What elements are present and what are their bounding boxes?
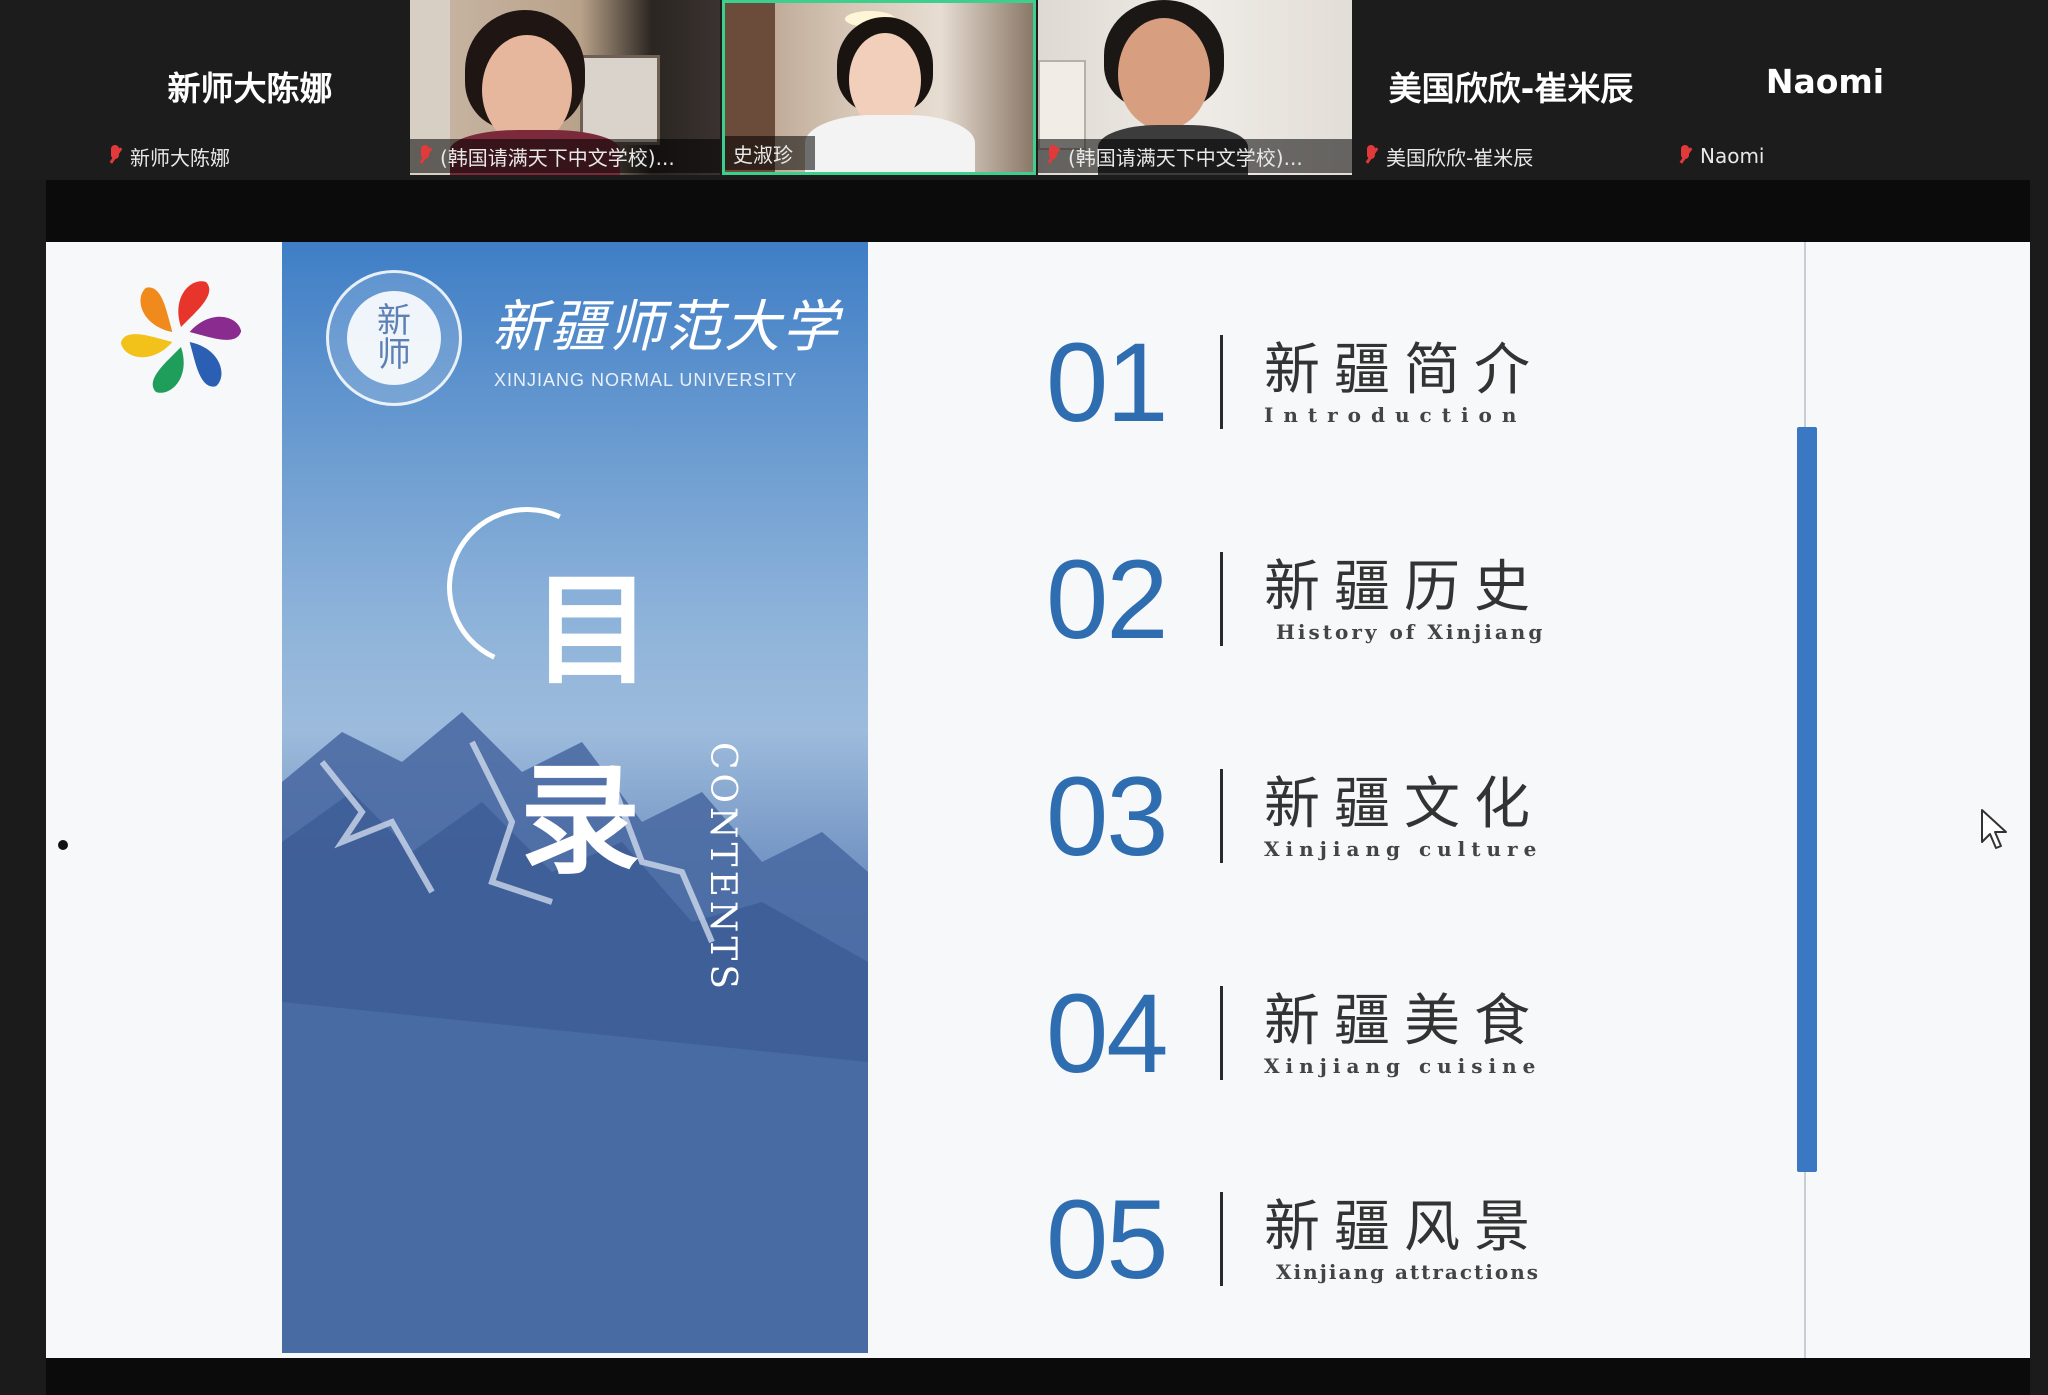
participant-label: (韩国请满天下中文学校)...	[1038, 139, 1352, 173]
participant-label: (韩国请满天下中文学校)...	[410, 139, 720, 173]
participant-tile-3-active[interactable]: 史淑珍	[722, 0, 1036, 175]
participant-name-large: 美国欣欣-崔米辰	[1388, 69, 1634, 108]
toc-item-04: 04 新疆美食 Xinjiang cuisine	[1046, 978, 1606, 1098]
toc-number: 05	[1046, 1177, 1169, 1302]
mic-muted-icon	[1364, 144, 1378, 168]
seal-text: 新 师	[347, 291, 441, 385]
toc-separator	[1220, 1192, 1223, 1286]
participant-name-large: 新师大陈娜	[167, 69, 333, 108]
shared-slide: 新 师 新疆师范大学 XINJIANG NORMAL UNIVERSITY 目 …	[46, 242, 2030, 1358]
toc-title-cn: 新疆历史	[1264, 555, 1544, 620]
participant-label: Naomi	[1670, 139, 1775, 173]
mic-muted-icon	[418, 144, 432, 168]
participant-label: 史淑珍	[725, 136, 815, 170]
toc-separator	[1220, 769, 1223, 863]
toc-item-02: 02 新疆历史 History of Xinjiang	[1046, 544, 1606, 664]
toc-title-en: Xinjiang culture	[1264, 837, 1543, 861]
participant-tile-2[interactable]: (韩国请满天下中文学校)...	[410, 0, 720, 175]
toc-item-05: 05 新疆风景 Xinjiang attractions	[1046, 1184, 1606, 1304]
toc-title-cn: 新疆美食	[1264, 989, 1544, 1054]
university-seal: 新 师	[326, 270, 462, 406]
participant-label-text: 美国欣欣-崔米辰	[1386, 145, 1534, 170]
toc-number: 02	[1046, 537, 1169, 662]
title-char-2: 录	[520, 752, 640, 891]
participant-label: 美国欣欣-崔米辰	[1356, 139, 1543, 173]
participant-tile-5[interactable]: 美国欣欣-崔米辰 美国欣欣-崔米辰	[1356, 0, 1666, 175]
toc-title-cn: 新疆文化	[1264, 772, 1544, 837]
toc-separator	[1220, 552, 1223, 646]
mic-muted-icon	[108, 144, 122, 168]
participant-name-large: Naomi	[1765, 62, 1885, 101]
toc-item-01: 01 新疆简介 Introduction	[1046, 327, 1606, 447]
toc-title-en: Introduction	[1264, 403, 1527, 427]
participant-label-text: (韩国请满天下中文学校)...	[1068, 145, 1303, 170]
slide-bottom-band	[46, 1358, 2030, 1395]
participant-tile-1[interactable]: 新师大陈娜 新师大陈娜	[90, 0, 410, 175]
participant-label-text: Naomi	[1700, 144, 1765, 168]
toc-separator	[1220, 335, 1223, 429]
mic-muted-icon	[1046, 144, 1060, 168]
title-char-1: 目	[532, 562, 652, 701]
toc-item-03: 03 新疆文化 Xinjiang culture	[1046, 761, 1606, 881]
toc-title-cn: 新疆简介	[1264, 338, 1544, 403]
mic-muted-icon	[1678, 144, 1692, 168]
title-en-vertical: CONTENTS	[702, 742, 743, 994]
bullet-dot	[58, 840, 68, 850]
toc-title-cn: 新疆风景	[1264, 1195, 1544, 1260]
mouse-pointer-icon	[1981, 809, 2007, 849]
toc-number: 03	[1046, 754, 1169, 879]
toc-number: 04	[1046, 971, 1169, 1096]
participant-label-text: 史淑珍	[733, 142, 793, 167]
toc-title-en: History of Xinjiang	[1276, 620, 1546, 644]
participant-tile-6[interactable]: Naomi Naomi	[1670, 0, 1980, 175]
participant-strip: 新师大陈娜 新师大陈娜 (韩国请满天下中文学校)... 史淑珍 (韩国请满天下中…	[0, 0, 2048, 180]
university-name-cn: 新疆师范大学	[492, 295, 840, 360]
participant-tile-4[interactable]: (韩国请满天下中文学校)...	[1038, 0, 1352, 175]
slide-top-band	[46, 180, 2030, 242]
toc-title-en: Xinjiang attractions	[1276, 1260, 1541, 1284]
toc-separator	[1220, 986, 1223, 1080]
toc-title-en: Xinjiang cuisine	[1264, 1054, 1542, 1078]
participant-label: 新师大陈娜	[100, 139, 240, 173]
university-name-en: XINJIANG NORMAL UNIVERSITY	[494, 370, 798, 390]
flower-logo-icon	[120, 281, 242, 393]
scrollbar-thumb[interactable]	[1797, 427, 1817, 1172]
cover-panel: 新 师 新疆师范大学 XINJIANG NORMAL UNIVERSITY 目 …	[282, 242, 868, 1353]
toc-number: 01	[1046, 320, 1169, 445]
participant-label-text: 新师大陈娜	[130, 145, 230, 170]
participant-label-text: (韩国请满天下中文学校)...	[440, 145, 675, 170]
